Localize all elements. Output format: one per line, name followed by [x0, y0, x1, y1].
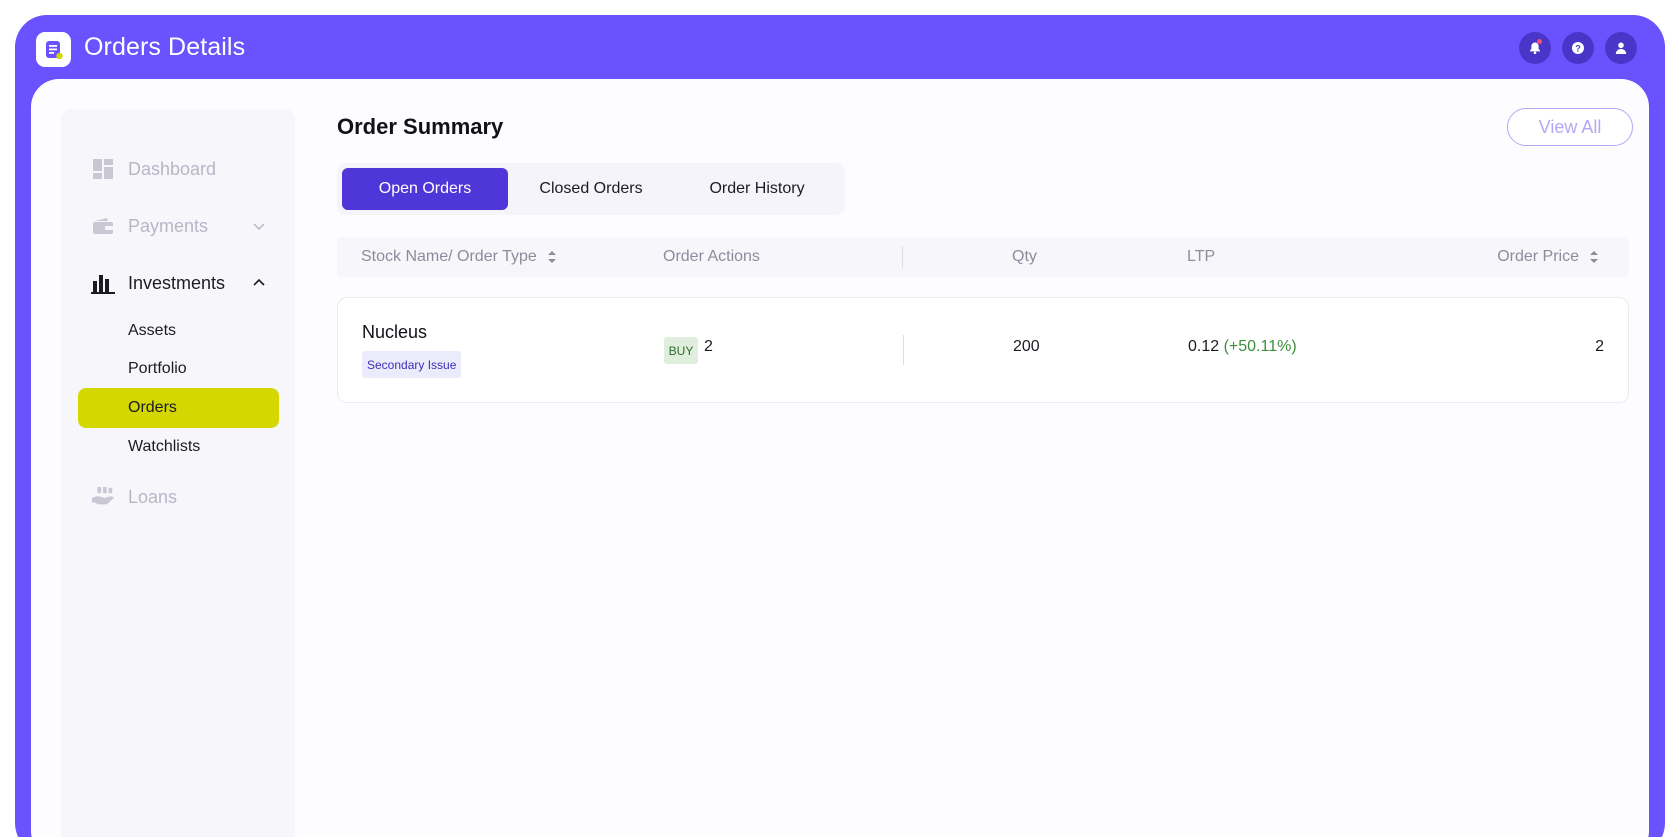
- sidebar-item-investments[interactable]: Investments: [61, 263, 295, 303]
- sidebar-item-label: Investments: [128, 272, 226, 293]
- sidebar-item-label: Loans: [128, 486, 178, 507]
- bar-chart-icon: [91, 271, 115, 295]
- app-logo: [36, 32, 71, 67]
- ltp-value: 0.12: [1188, 338, 1220, 355]
- sidebar-subitem-portfolio[interactable]: Portfolio: [78, 349, 279, 389]
- hand-money-icon: [91, 485, 115, 509]
- column-header-label: Stock Name/ Order Type: [361, 248, 537, 265]
- column-header-order-price: Order Price: [1497, 237, 1599, 277]
- sidebar-item-label: Payments: [128, 215, 209, 236]
- notification-dot: [1537, 39, 1542, 44]
- page-title: Orders Details: [84, 33, 246, 61]
- view-all-button[interactable]: View All: [1507, 108, 1633, 146]
- help-icon: ?: [1572, 42, 1584, 54]
- chevron-up-icon[interactable]: [251, 275, 267, 291]
- app-frame: Orders Details ? Dashboard Payments Inve…: [15, 15, 1665, 837]
- chevron-down-icon[interactable]: [251, 218, 267, 234]
- stock-name: Nucleus: [362, 322, 428, 342]
- sidebar-subitem-label: Assets: [128, 322, 177, 339]
- app-header: Orders Details ?: [15, 15, 1665, 79]
- column-header-stock-name: Stock Name/ Order Type: [361, 237, 557, 277]
- sidebar-subitem-label: Watchlists: [128, 438, 201, 455]
- orders-document-icon: [45, 40, 63, 59]
- header-actions: ?: [1519, 32, 1637, 64]
- column-divider: [902, 246, 903, 268]
- svg-text:?: ?: [1575, 43, 1581, 53]
- order-action-count: 2: [704, 338, 713, 355]
- tab-order-history[interactable]: Order History: [674, 168, 840, 210]
- sidebar: Dashboard Payments Investments Assets Po…: [61, 109, 295, 837]
- wallet-icon: [91, 214, 115, 238]
- order-type-badge: Secondary Issue: [362, 351, 462, 378]
- sidebar-subitem-label: Portfolio: [128, 360, 187, 377]
- order-price-value: 2: [1595, 338, 1604, 355]
- tab-open-orders[interactable]: Open Orders: [342, 168, 508, 210]
- sort-icon[interactable]: [1589, 250, 1599, 264]
- user-profile-icon: [1615, 42, 1627, 54]
- row-divider: [903, 335, 904, 365]
- column-header-order-actions: Order Actions: [663, 248, 760, 265]
- content-card: Dashboard Payments Investments Assets Po…: [31, 79, 1649, 837]
- qty-value: 200: [1013, 338, 1040, 355]
- help-button[interactable]: ?: [1562, 32, 1594, 64]
- ltp-cell: 0.12 (+50.11%): [1188, 338, 1297, 356]
- sidebar-item-label: Dashboard: [128, 158, 217, 179]
- buy-badge: BUY: [664, 337, 698, 364]
- notification-button[interactable]: [1519, 32, 1551, 64]
- sidebar-subitem-orders[interactable]: Orders: [78, 388, 279, 428]
- sidebar-item-dashboard[interactable]: Dashboard: [61, 149, 295, 189]
- table-row[interactable]: Nucleus Secondary Issue BUY 2 200 0.12 (…: [337, 297, 1629, 403]
- sidebar-subitem-label: Orders: [128, 399, 177, 416]
- sort-icon[interactable]: [547, 250, 557, 264]
- dashboard-icon: [91, 157, 115, 181]
- tab-closed-orders[interactable]: Closed Orders: [508, 168, 674, 210]
- column-header-label: Order Price: [1497, 248, 1579, 265]
- sidebar-subitem-watchlists[interactable]: Watchlists: [78, 427, 279, 467]
- sidebar-item-loans[interactable]: Loans: [61, 477, 295, 517]
- table-header: Stock Name/ Order Type Order Actions Qty…: [337, 237, 1629, 277]
- ltp-change: (+50.11%): [1223, 338, 1297, 355]
- column-header-qty: Qty: [1012, 248, 1037, 265]
- section-title: Order Summary: [337, 114, 504, 139]
- column-header-ltp: LTP: [1187, 248, 1216, 265]
- sidebar-subitem-assets[interactable]: Assets: [78, 311, 279, 351]
- sidebar-item-payments[interactable]: Payments: [61, 206, 295, 246]
- order-tabs: Open Orders Closed Orders Order History: [337, 163, 845, 215]
- user-profile-button[interactable]: [1605, 32, 1637, 64]
